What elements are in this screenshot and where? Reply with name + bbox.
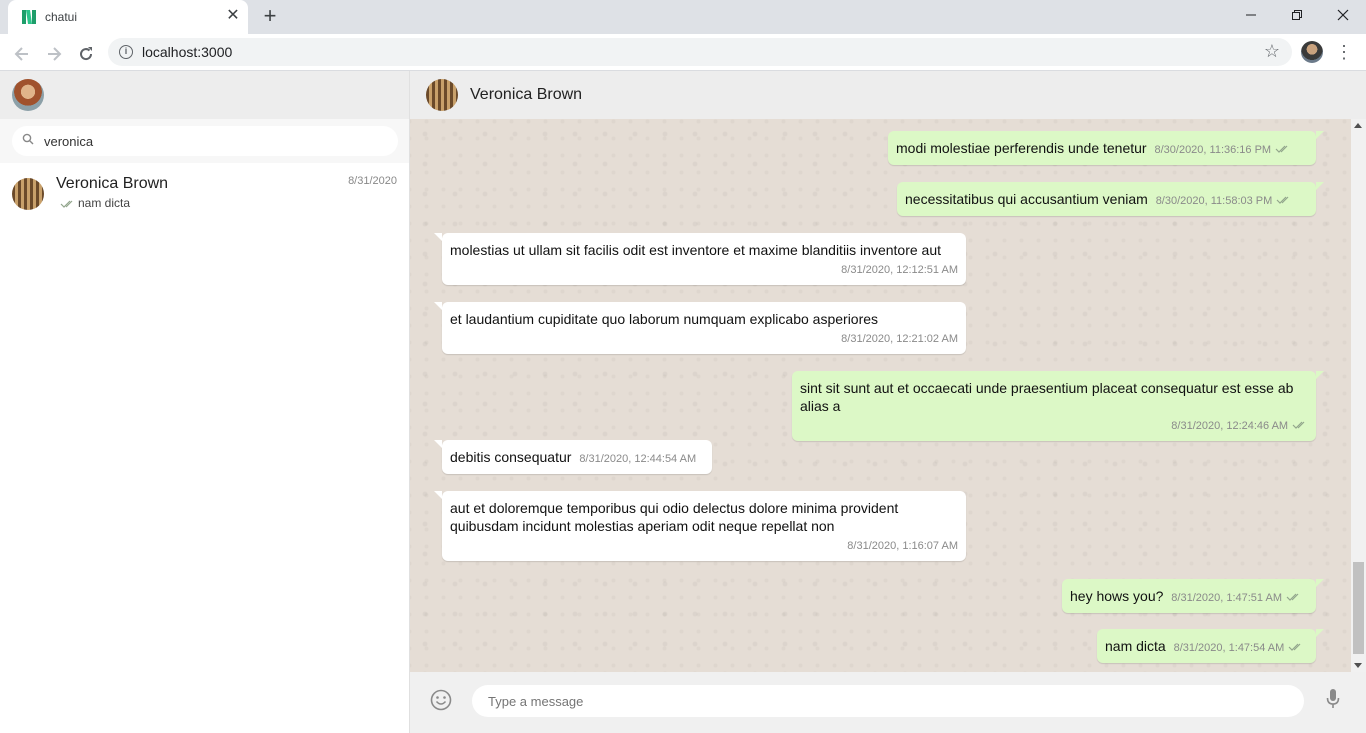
incoming-message: et laudantium cupiditate quo laborum num… [434, 302, 966, 354]
outgoing-message: nam dicta 8/31/2020, 1:47:54 AM [1097, 629, 1324, 663]
app-favicon-icon [22, 10, 36, 24]
message-time: 8/31/2020, 1:16:07 AM [847, 540, 958, 552]
chat-header: Veronica Brown [410, 71, 1366, 119]
microphone-icon[interactable] [1325, 688, 1341, 710]
reload-icon[interactable] [72, 39, 100, 67]
message-list[interactable]: modi molestiae perferendis unde tenetur … [410, 119, 1366, 672]
message-time: 8/31/2020, 12:12:51 AM [841, 264, 958, 276]
message-text: modi molestiae perferendis unde tenetur [896, 140, 1147, 156]
forward-arrow-icon[interactable] [40, 39, 68, 67]
scroll-down-arrow-icon[interactable] [1354, 663, 1362, 668]
outgoing-message: sint sit sunt aut et occaecati unde prae… [792, 371, 1324, 441]
message-time: 8/31/2020, 12:21:02 AM [841, 333, 958, 345]
address-url[interactable]: localhost:3000 [142, 44, 232, 60]
sidebar-header [0, 71, 409, 119]
contact-avatar [12, 178, 44, 210]
message-text: et laudantium cupiditate quo laborum num… [450, 311, 879, 327]
message-input[interactable] [472, 685, 1304, 717]
address-bar[interactable]: i localhost:3000 ☆ [108, 38, 1292, 66]
message-text: molestias ut ullam sit facilis odit est … [450, 242, 941, 258]
restore-icon[interactable] [1274, 0, 1320, 30]
my-profile-avatar[interactable] [12, 79, 44, 111]
double-check-icon [1292, 421, 1305, 430]
message-time: 8/30/2020, 11:58:03 PM [1155, 195, 1273, 207]
message-scrollbar[interactable] [1351, 119, 1366, 672]
site-info-icon[interactable]: i [119, 45, 133, 59]
chat-pane: Veronica Brown modi molestiae perferendi… [410, 71, 1366, 733]
search-input[interactable] [44, 126, 384, 156]
emoji-icon[interactable] [430, 689, 452, 711]
browser-toolbar: i localhost:3000 ☆ ⋮ [0, 34, 1366, 71]
message-time: 8/31/2020, 1:47:54 AM [1173, 642, 1285, 654]
chat-contact-name: Veronica Brown [470, 86, 583, 103]
minimize-icon[interactable] [1228, 0, 1274, 30]
incoming-message: aut et doloremque temporibus qui odio de… [434, 491, 966, 561]
back-arrow-icon[interactable] [8, 39, 36, 67]
message-text: hey hows you? [1070, 588, 1164, 604]
new-tab-button[interactable]: + [258, 5, 282, 29]
message-composer [410, 672, 1366, 733]
browser-profile-avatar[interactable] [1301, 41, 1323, 63]
double-check-icon [1275, 145, 1288, 154]
contact-last-message: nam dicta [78, 196, 131, 210]
message-time: 8/30/2020, 11:36:16 PM [1154, 144, 1272, 156]
outgoing-message: modi molestiae perferendis unde tenetur … [888, 131, 1324, 165]
scroll-up-arrow-icon[interactable] [1354, 123, 1362, 128]
message-time: 8/31/2020, 12:44:54 AM [579, 453, 697, 465]
message-time: 8/31/2020, 12:24:46 AM [1171, 420, 1289, 432]
browser-tab-strip: chatui ✕ + [0, 0, 1366, 34]
double-check-icon [1276, 196, 1289, 205]
tab-title: chatui [45, 10, 78, 24]
scroll-thumb[interactable] [1353, 562, 1364, 654]
message-text: aut et doloremque temporibus qui odio de… [450, 500, 899, 534]
contact-item[interactable]: Veronica Brown 8/31/2020 nam dicta [0, 163, 409, 227]
message-text: nam dicta [1105, 638, 1166, 654]
tab-close-icon[interactable]: ✕ [225, 8, 241, 24]
double-check-icon [1286, 593, 1299, 602]
browser-tab[interactable]: chatui ✕ [8, 0, 248, 34]
window-close-icon[interactable] [1320, 0, 1366, 30]
browser-menu-icon[interactable]: ⋮ [1334, 39, 1354, 65]
bookmark-star-icon[interactable]: ☆ [1264, 41, 1280, 62]
message-text: debitis consequatur [450, 449, 572, 465]
outgoing-message: hey hows you? 8/31/2020, 1:47:51 AM [1062, 579, 1324, 613]
search-area [0, 119, 409, 163]
contact-date: 8/31/2020 [348, 175, 397, 187]
search-box[interactable] [12, 126, 398, 156]
incoming-message: debitis consequatur 8/31/2020, 12:44:54 … [434, 440, 712, 474]
message-time: 8/31/2020, 1:47:51 AM [1171, 592, 1282, 604]
incoming-message: molestias ut ullam sit facilis odit est … [434, 233, 966, 285]
double-check-icon [60, 200, 73, 208]
chat-contact-avatar[interactable] [426, 79, 458, 111]
search-icon [22, 133, 34, 145]
message-text: sint sit sunt aut et occaecati unde prae… [800, 380, 1294, 414]
outgoing-message: necessitatibus qui accusantium veniam 8/… [897, 182, 1324, 216]
double-check-icon [1288, 643, 1301, 652]
contact-name: Veronica Brown [56, 175, 169, 192]
sidebar: Veronica Brown 8/31/2020 nam dicta [0, 71, 410, 733]
chat-app: Veronica Brown 8/31/2020 nam dicta Veron… [0, 71, 1366, 733]
message-text: necessitatibus qui accusantium veniam [905, 191, 1148, 207]
